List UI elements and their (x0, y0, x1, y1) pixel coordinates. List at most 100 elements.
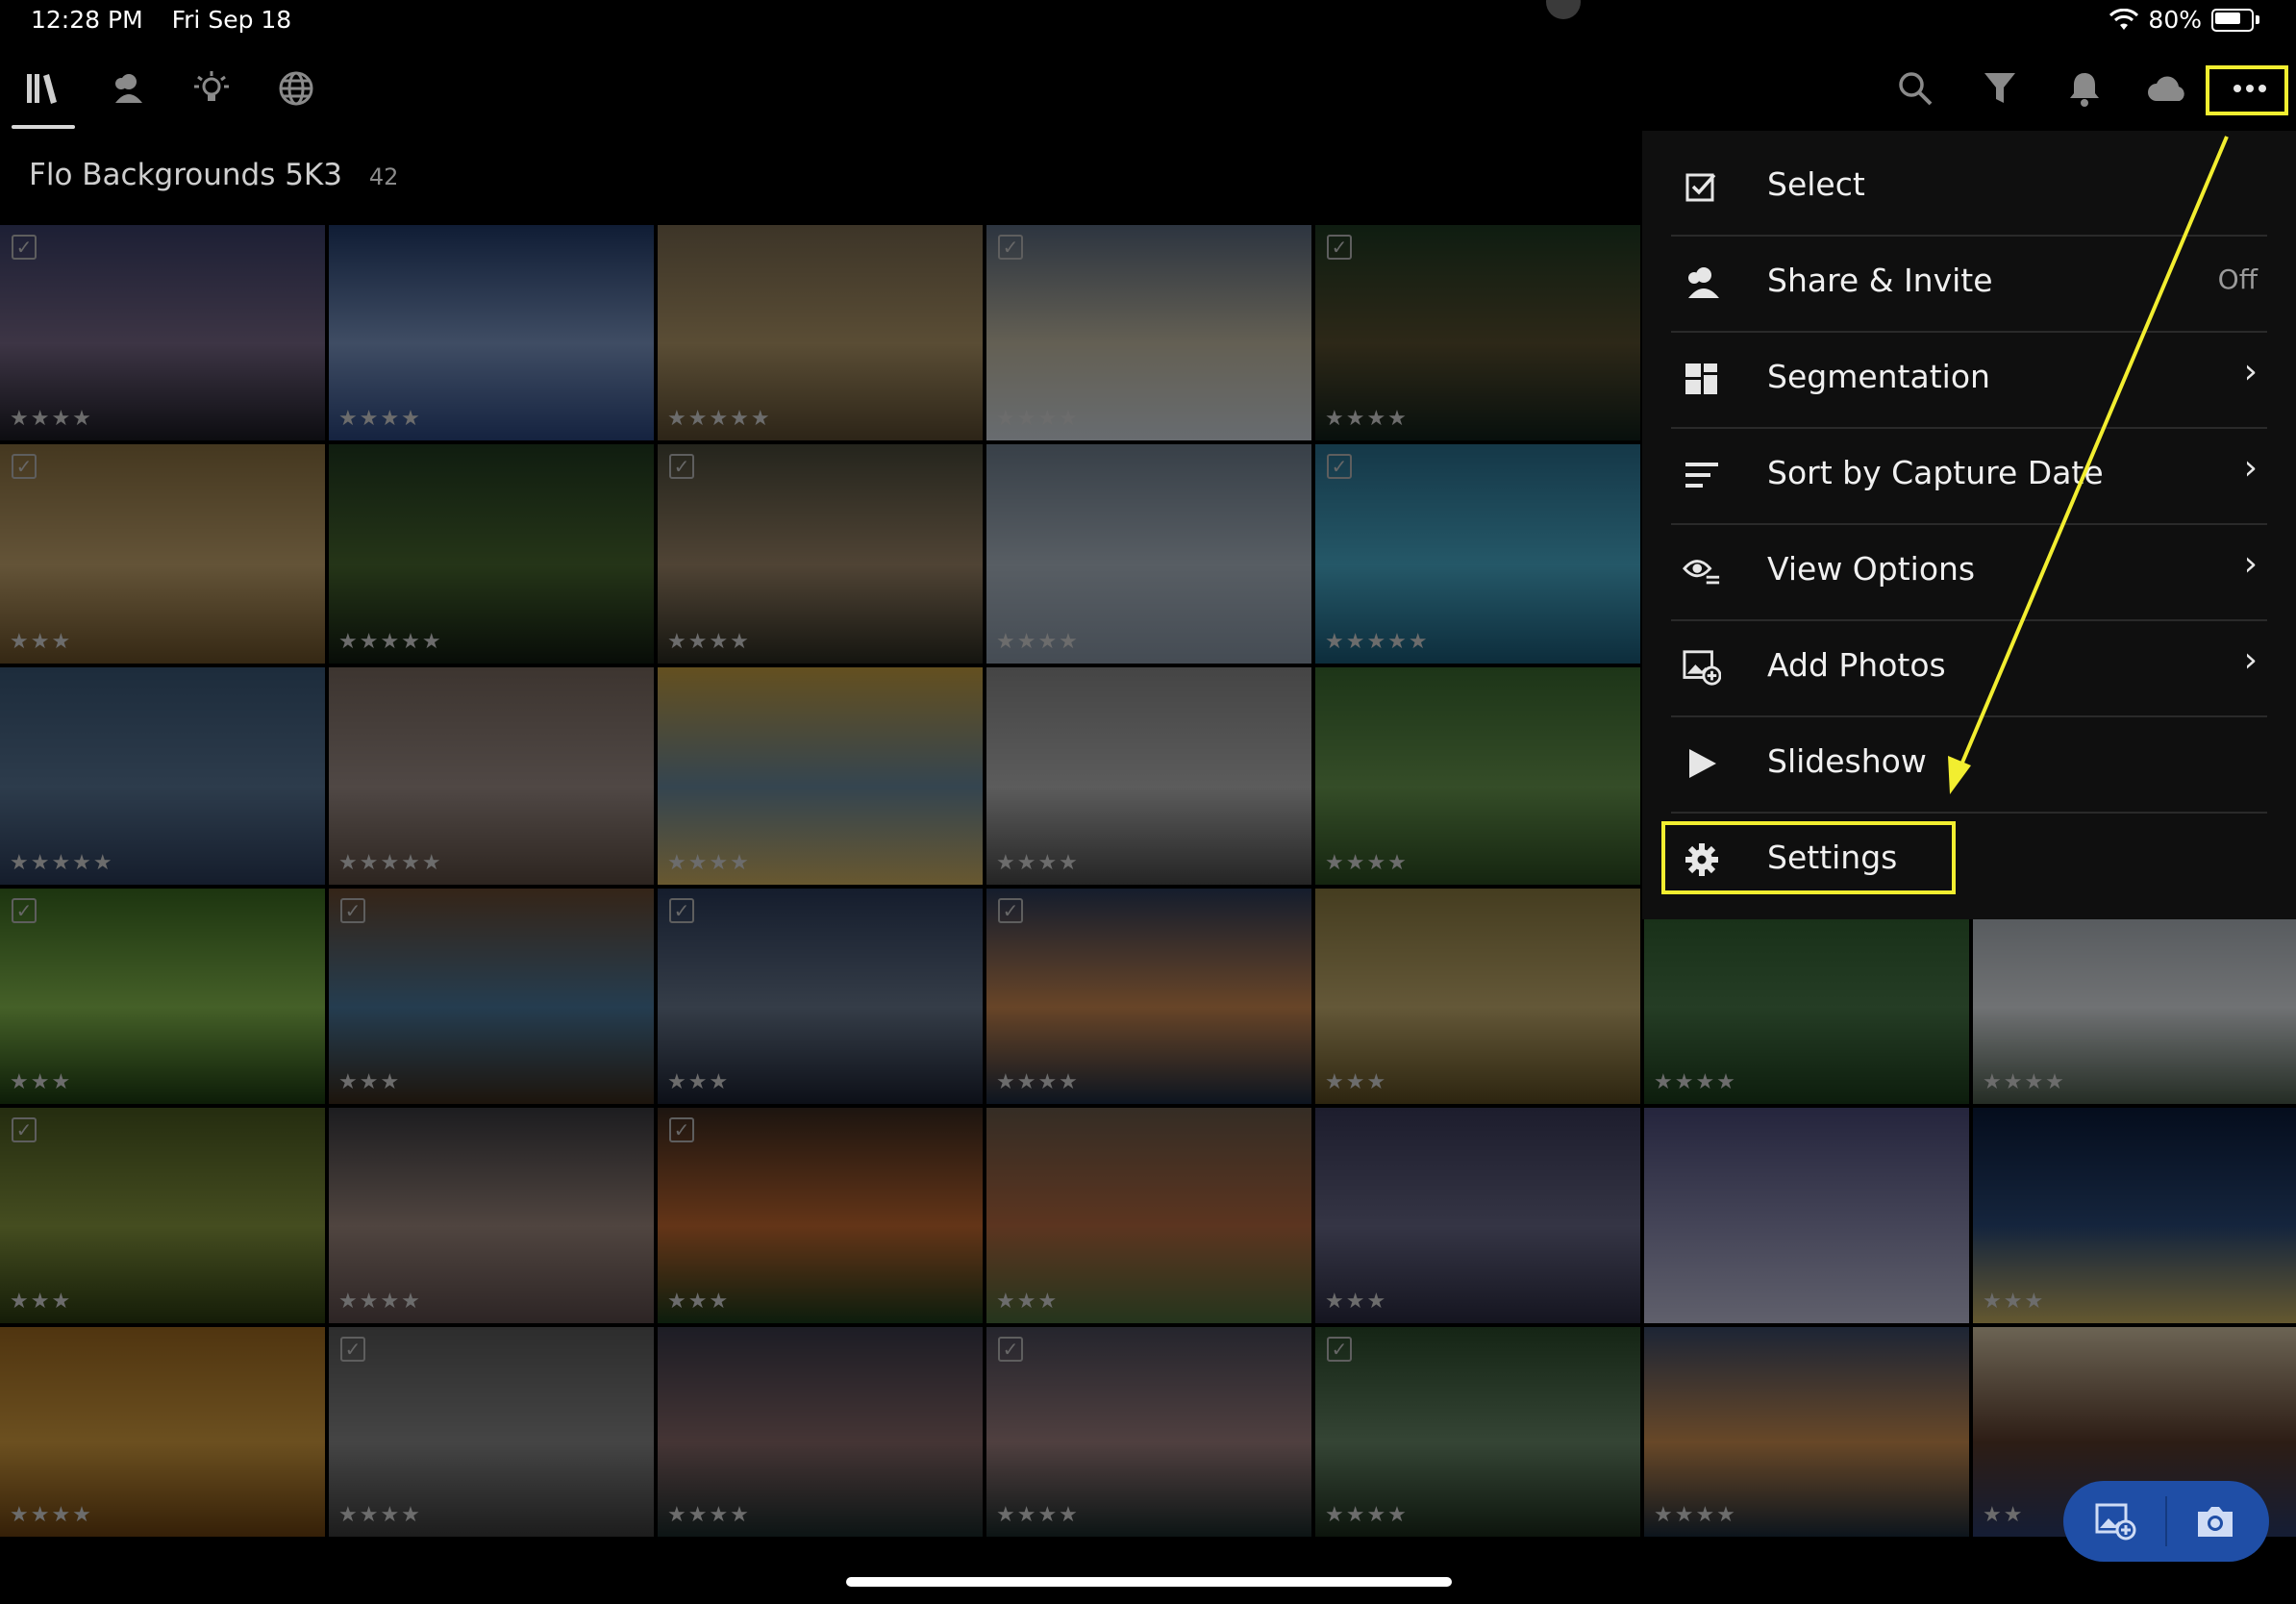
photo-thumbnail[interactable]: ★★★★ (329, 1108, 654, 1323)
menu-item-view-options[interactable]: View Options › (1671, 523, 2267, 621)
selection-checkbox[interactable]: ✓ (340, 1337, 365, 1362)
photo-thumbnail[interactable]: ✓ ★★★ (658, 889, 983, 1104)
star-rating: ★★★★★ (10, 851, 114, 875)
star-rating: ★★★ (1325, 1070, 1388, 1094)
home-indicator[interactable] (846, 1577, 1452, 1587)
menu-item-label: Segmentation (1767, 358, 1990, 395)
star-rating: ★★★ (1325, 1290, 1388, 1314)
search-icon[interactable] (1884, 58, 1946, 119)
slideshow-icon (1683, 744, 1721, 783)
star-rating: ★★★ (10, 1290, 73, 1314)
chevron-right-icon: › (2243, 352, 2258, 391)
photo-thumbnail[interactable]: ★★★★ (1644, 1327, 1969, 1537)
notifications-icon[interactable] (2054, 58, 2115, 119)
star-rating: ★★★★ (667, 851, 751, 875)
selection-checkbox[interactable]: ✓ (998, 235, 1023, 260)
menu-item-add-photos[interactable]: Add Photos › (1671, 619, 2267, 717)
selection-checkbox[interactable]: ✓ (12, 1117, 37, 1142)
photo-thumbnail[interactable]: ★★★★ (658, 667, 983, 885)
cloud-icon[interactable] (2136, 58, 2198, 119)
photo-thumbnail[interactable]: ✓ ★★★ (329, 889, 654, 1104)
photo-thumbnail[interactable] (1644, 1108, 1969, 1323)
filter-icon[interactable] (1969, 58, 2031, 119)
photo-thumbnail[interactable]: ★★★ (1973, 1108, 2296, 1323)
photo-thumbnail[interactable]: ✓ ★★★ (0, 1108, 325, 1323)
menu-dim-overlay (1644, 1108, 1969, 1323)
photo-thumbnail[interactable]: ✓ ★★★★★ (1315, 444, 1640, 664)
menu-item-slideshow[interactable]: Slideshow (1671, 715, 2267, 814)
photo-thumbnail[interactable]: ★★★ (1315, 1108, 1640, 1323)
star-rating: ★★★★ (1325, 1503, 1409, 1527)
camera-icon[interactable] (2184, 1491, 2246, 1552)
selection-checkbox[interactable]: ✓ (1327, 235, 1352, 260)
menu-item-segmentation[interactable]: Segmentation › (1671, 331, 2267, 429)
share-icon (1683, 263, 1721, 302)
discover-icon[interactable] (265, 58, 327, 119)
star-rating: ★★★★ (338, 1503, 422, 1527)
photo-thumbnail[interactable]: ★★★★ (1644, 889, 1969, 1104)
photo-thumbnail[interactable]: ✓ ★★★★ (986, 225, 1311, 440)
import-photo-icon[interactable] (2084, 1491, 2146, 1552)
photo-thumbnail[interactable]: ✓ ★★★★ (658, 444, 983, 664)
menu-item-select[interactable]: Select (1671, 138, 2267, 237)
star-rating: ★★ (1983, 1503, 2025, 1527)
album-photo-count: 42 (368, 163, 399, 190)
front-camera (1546, 0, 1581, 19)
people-icon[interactable] (96, 58, 158, 119)
photo-thumbnail[interactable]: ✓ ★★★★ (329, 1327, 654, 1537)
selection-checkbox[interactable]: ✓ (340, 898, 365, 923)
selection-checkbox[interactable]: ✓ (1327, 1337, 1352, 1362)
photo-thumbnail[interactable]: ★★★★ (986, 667, 1311, 885)
album-header: Flo Backgrounds 5K3 42 (29, 158, 398, 192)
photo-thumbnail[interactable]: ✓ ★★★★ (986, 889, 1311, 1104)
photo-thumbnail[interactable]: ★★★ (986, 1108, 1311, 1323)
star-rating: ★★★★ (996, 630, 1080, 654)
photo-thumbnail[interactable]: ✓ ★★★ (0, 889, 325, 1104)
library-icon[interactable] (12, 58, 73, 119)
selection-checkbox[interactable]: ✓ (12, 898, 37, 923)
star-rating: ★★★★ (996, 851, 1080, 875)
star-rating: ★★★★ (1654, 1070, 1737, 1094)
photo-thumbnail[interactable]: ✓ ★★★★ (1315, 225, 1640, 440)
photo-thumbnail[interactable]: ★★★★★ (0, 667, 325, 885)
star-rating: ★★★★ (667, 630, 751, 654)
select-icon (1683, 167, 1721, 206)
photo-thumbnail[interactable]: ✓ ★★★ (658, 1108, 983, 1323)
photo-thumbnail[interactable]: ★★★★ (1315, 667, 1640, 885)
photo-thumbnail[interactable]: ✓ ★★★★ (986, 1327, 1311, 1537)
menu-item-share-invite[interactable]: Share & Invite Off (1671, 235, 2267, 333)
segmentation-icon (1683, 360, 1721, 398)
selection-checkbox[interactable]: ✓ (998, 898, 1023, 923)
photo-thumbnail[interactable]: ✓ ★★★ (0, 444, 325, 664)
photo-thumbnail[interactable]: ★★★★ (1973, 889, 2296, 1104)
selection-checkbox[interactable]: ✓ (12, 454, 37, 479)
menu-item-sort[interactable]: Sort by Capture Date › (1671, 427, 2267, 525)
photo-thumbnail[interactable]: ★★★★ (986, 444, 1311, 664)
photo-thumbnail[interactable]: ★★★★ (658, 1327, 983, 1537)
selection-checkbox[interactable]: ✓ (1327, 454, 1352, 479)
selection-checkbox[interactable]: ✓ (669, 898, 694, 923)
sort-icon (1683, 456, 1721, 494)
selection-checkbox[interactable]: ✓ (12, 235, 37, 260)
star-rating: ★★★ (10, 1070, 73, 1094)
star-rating: ★★★★ (10, 407, 93, 431)
star-rating: ★★★★ (338, 407, 422, 431)
photo-thumbnail[interactable]: ★★★ (1315, 889, 1640, 1104)
photo-thumbnail[interactable]: ★★★★★ (329, 444, 654, 664)
learn-icon[interactable] (181, 58, 242, 119)
selection-checkbox[interactable]: ✓ (669, 454, 694, 479)
photo-thumbnail[interactable]: ✓ ★★★★ (0, 225, 325, 440)
photo-thumbnail[interactable]: ✓ ★★★★ (1315, 1327, 1640, 1537)
photo-thumbnail[interactable]: ★★★★★ (658, 225, 983, 440)
star-rating: ★★★ (338, 1070, 402, 1094)
photo-thumbnail[interactable]: ★★★★ (329, 225, 654, 440)
selection-checkbox[interactable]: ✓ (998, 1337, 1023, 1362)
star-rating: ★★★★ (1325, 851, 1409, 875)
photo-thumbnail[interactable]: ★★★★ (0, 1327, 325, 1537)
star-rating: ★★★★ (1654, 1503, 1737, 1527)
photo-thumbnail[interactable]: ★★★★★ (329, 667, 654, 885)
album-title: Flo Backgrounds 5K3 (29, 158, 342, 192)
star-rating: ★★★ (667, 1290, 731, 1314)
star-rating: ★★★★ (667, 1503, 751, 1527)
selection-checkbox[interactable]: ✓ (669, 1117, 694, 1142)
